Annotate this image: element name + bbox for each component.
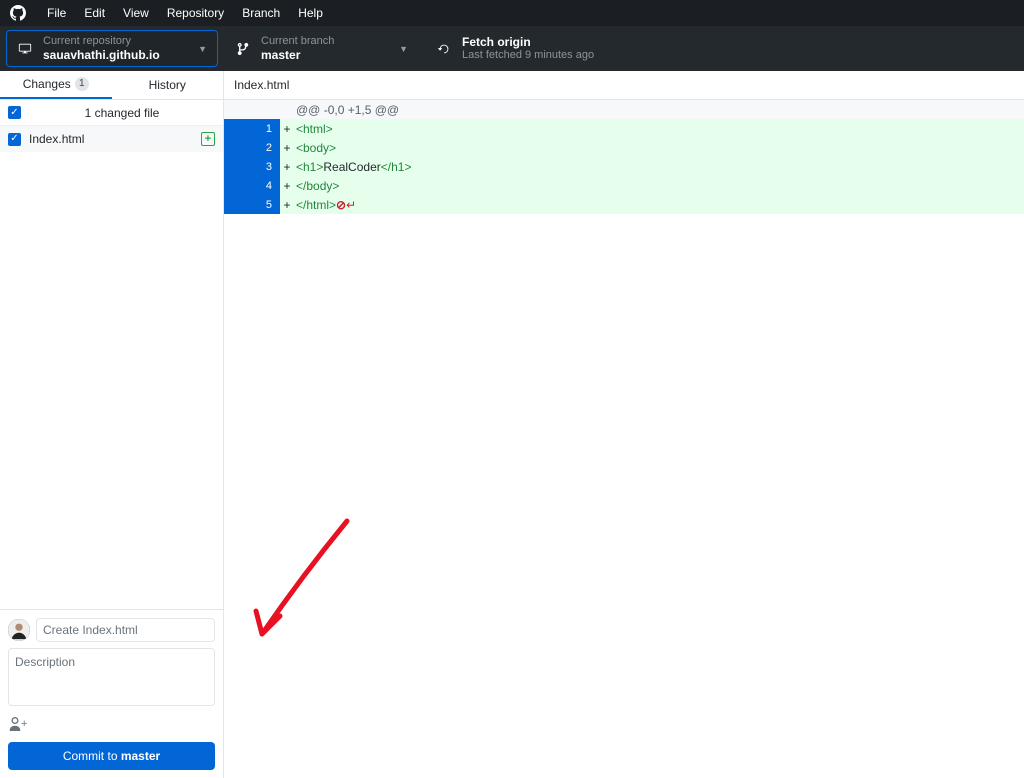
tab-history[interactable]: History	[112, 71, 224, 99]
menubar: File Edit View Repository Branch Help	[0, 0, 1024, 26]
commit-form: + Commit to master	[0, 609, 223, 778]
commit-button[interactable]: Commit to master	[8, 742, 215, 770]
fetch-origin-button[interactable]: Fetch origin Last fetched 9 minutes ago	[425, 30, 625, 67]
changed-file-row[interactable]: Index.html +	[0, 126, 223, 152]
commit-description-input[interactable]	[8, 648, 215, 706]
diff-hunk-header: @@ -0,0 +1,5 @@	[224, 100, 1024, 119]
diff-line[interactable]: 1+<html>	[224, 119, 1024, 138]
commit-summary-input[interactable]	[36, 618, 215, 642]
fetch-label: Fetch origin	[462, 35, 594, 49]
branch-name: master	[261, 48, 334, 62]
current-repo-button[interactable]: Current repository sauavhathi.github.io …	[6, 30, 218, 67]
repo-label: Current repository	[43, 35, 160, 48]
add-coauthors-button[interactable]: +	[8, 712, 215, 736]
tab-changes-label: Changes	[23, 77, 71, 91]
fetch-sub: Last fetched 9 minutes ago	[462, 49, 594, 62]
commit-button-prefix: Commit to	[63, 749, 121, 763]
current-branch-button[interactable]: Current branch master ▼	[224, 30, 419, 67]
changed-files-header: 1 changed file	[0, 100, 223, 126]
chevron-down-icon: ▼	[198, 44, 207, 54]
changed-files-count: 1 changed file	[29, 106, 215, 120]
diff-line[interactable]: 4+</body>	[224, 176, 1024, 195]
select-all-checkbox[interactable]	[8, 106, 21, 119]
user-avatar	[8, 619, 30, 641]
diff-body[interactable]: @@ -0,0 +1,5 @@1+<html>2+<body>3+<h1>Rea…	[224, 100, 1024, 778]
menu-branch[interactable]: Branch	[233, 6, 289, 20]
repo-name: sauavhathi.github.io	[43, 48, 160, 62]
branch-label: Current branch	[261, 35, 334, 48]
changes-count-badge: 1	[75, 77, 89, 91]
tab-changes[interactable]: Changes 1	[0, 71, 112, 99]
sidebar-tabs: Changes 1 History	[0, 71, 223, 100]
file-added-icon: +	[201, 132, 215, 146]
diff-filename: Index.html	[224, 71, 1024, 100]
diff-line[interactable]: 5+</html> ⊘↵	[224, 195, 1024, 214]
file-name: Index.html	[29, 132, 201, 146]
tab-history-label: History	[149, 78, 186, 92]
diff-line[interactable]: 3+<h1>RealCoder</h1>	[224, 157, 1024, 176]
chevron-down-icon: ▼	[399, 44, 408, 54]
main-area: Changes 1 History 1 changed file Index.h…	[0, 71, 1024, 778]
diff-line[interactable]: 2+<body>	[224, 138, 1024, 157]
menu-edit[interactable]: Edit	[75, 6, 114, 20]
menu-view[interactable]: View	[114, 6, 158, 20]
sidebar: Changes 1 History 1 changed file Index.h…	[0, 71, 224, 778]
commit-button-branch: master	[121, 749, 160, 763]
file-checkbox[interactable]	[8, 133, 21, 146]
menu-file[interactable]: File	[38, 6, 75, 20]
menu-repository[interactable]: Repository	[158, 6, 233, 20]
computer-icon	[17, 42, 33, 56]
sync-icon	[436, 42, 452, 56]
diff-view: Index.html @@ -0,0 +1,5 @@1+<html>2+<bod…	[224, 71, 1024, 778]
github-logo-icon	[10, 5, 26, 21]
toolbar: Current repository sauavhathi.github.io …	[0, 26, 1024, 71]
menu-help[interactable]: Help	[289, 6, 332, 20]
git-branch-icon	[235, 42, 251, 56]
